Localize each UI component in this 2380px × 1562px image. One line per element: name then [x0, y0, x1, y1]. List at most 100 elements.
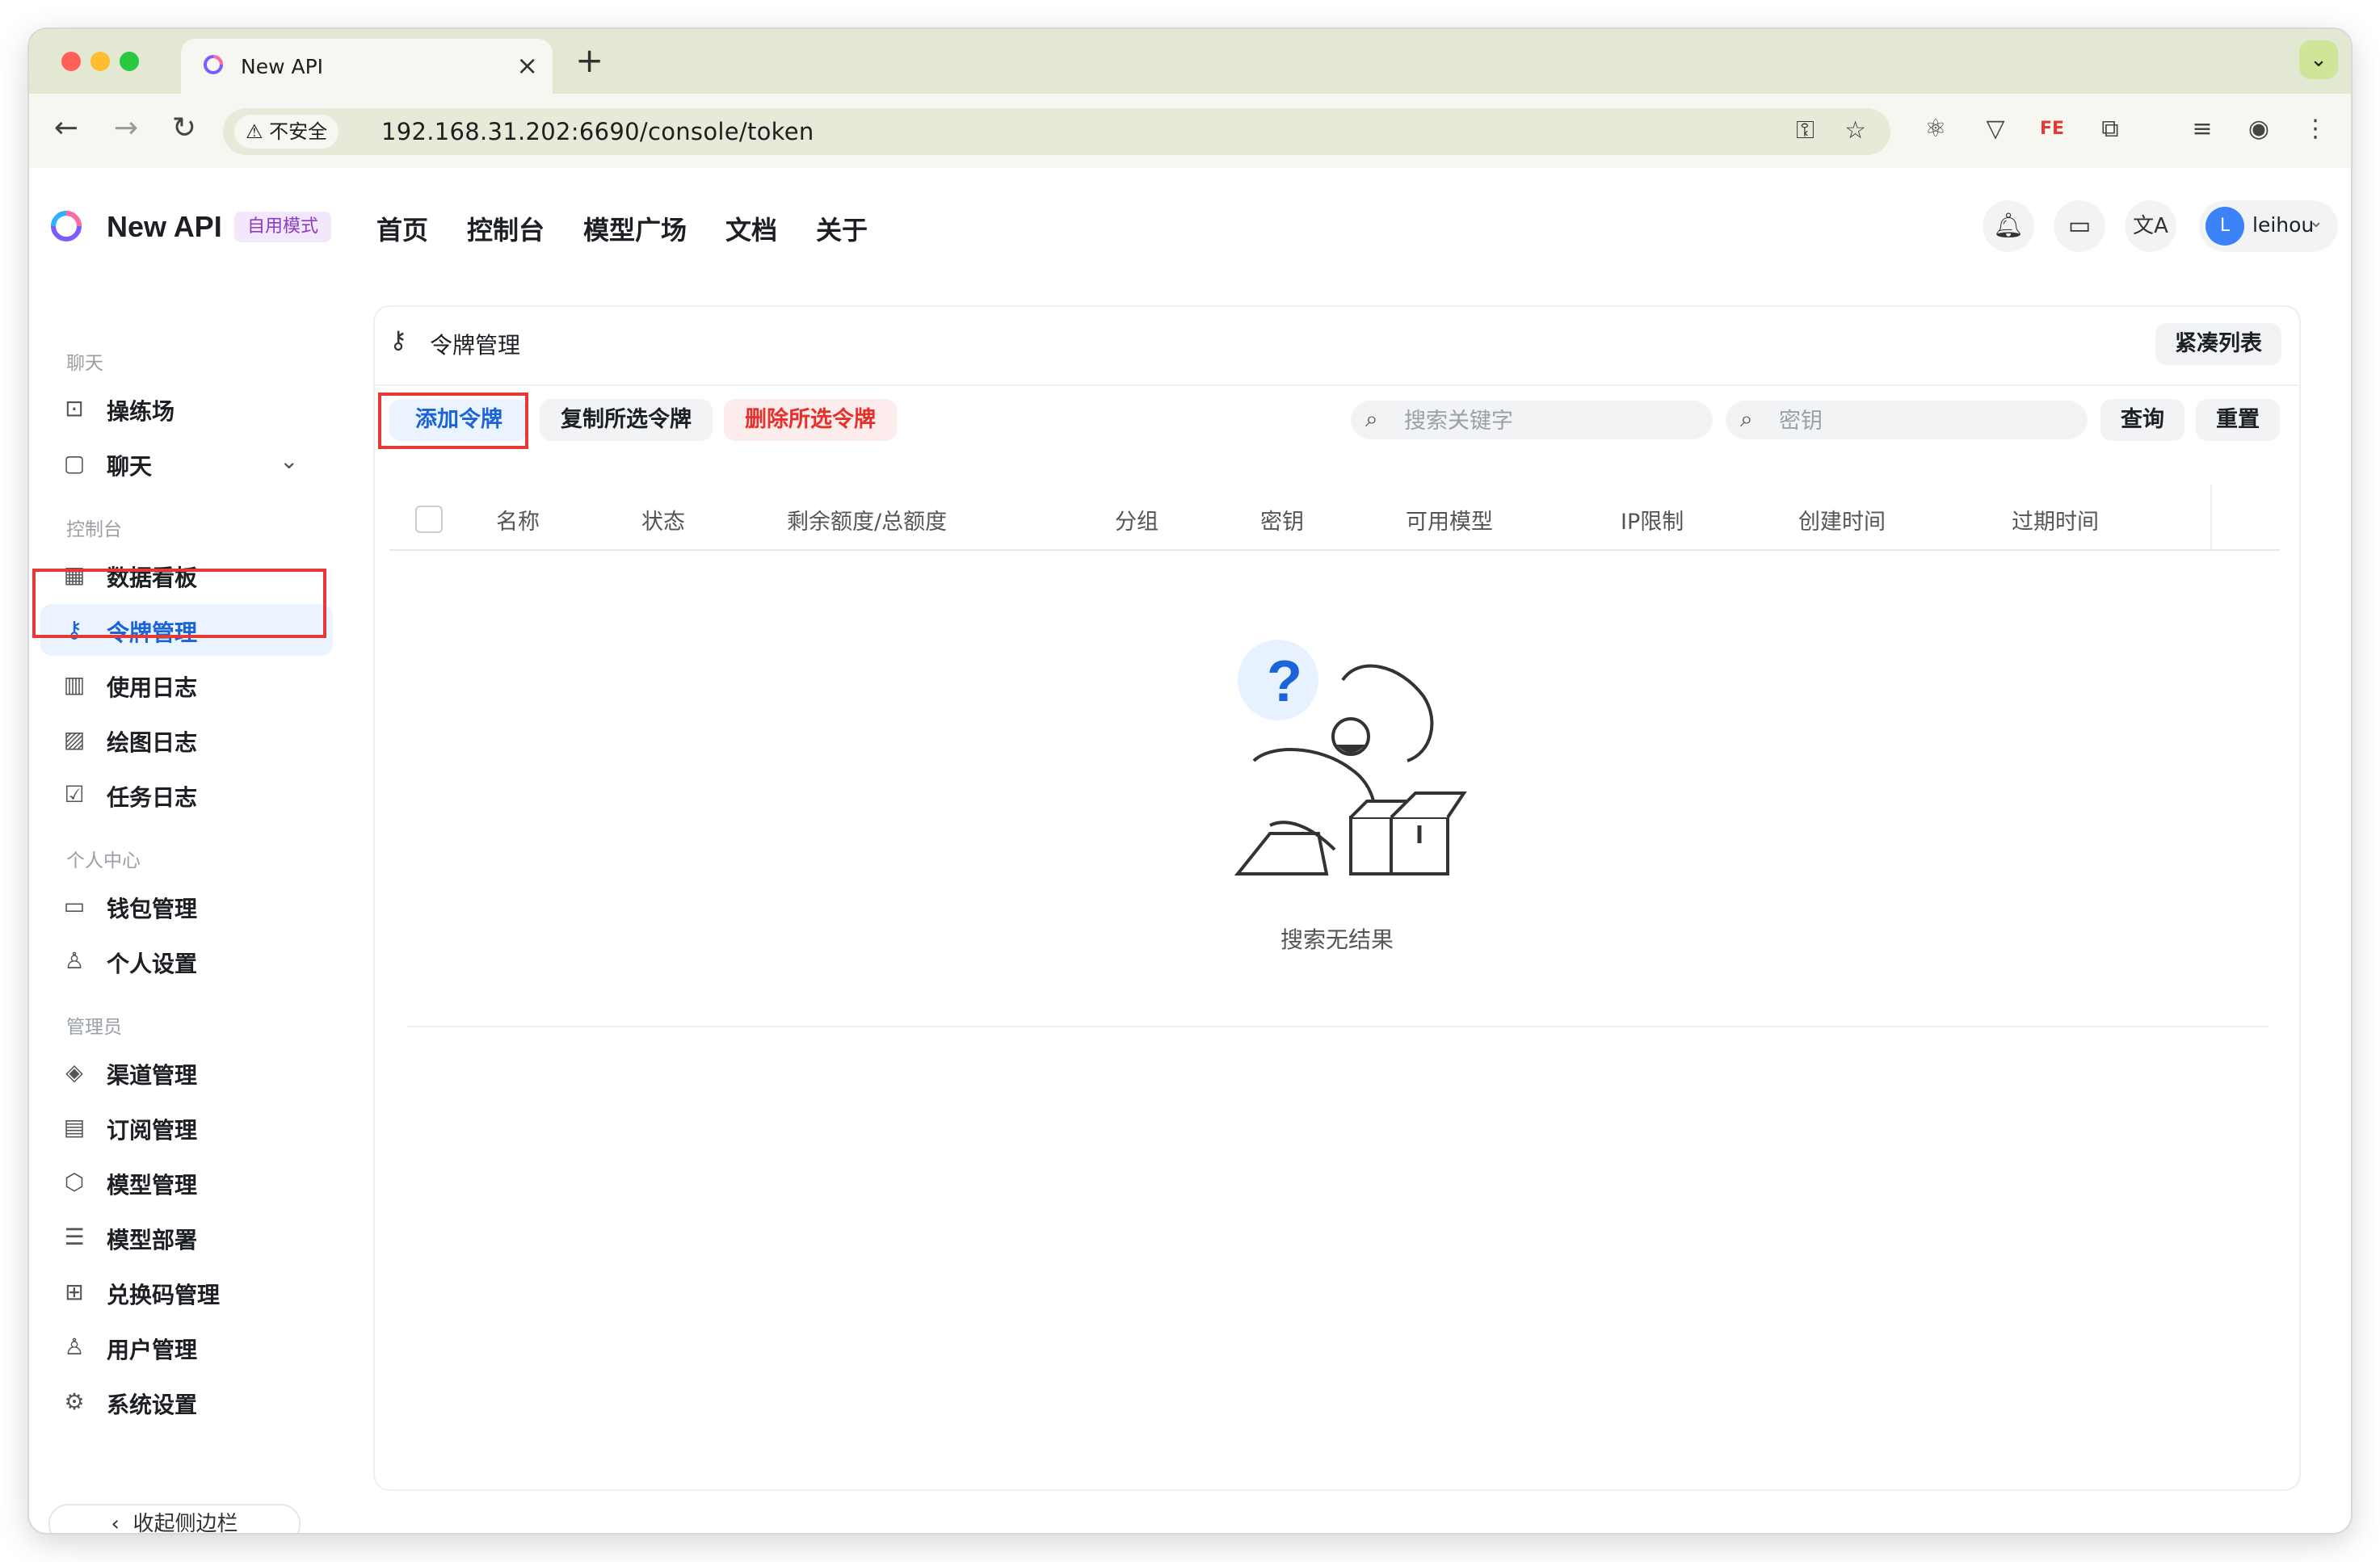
- delete-selected-tokens-button[interactable]: 删除所选令牌: [724, 399, 897, 441]
- sidebar-item-task-log[interactable]: ☑ 任务日志: [40, 769, 333, 821]
- sidebar-item-dashboard[interactable]: ▦ 数据看板: [40, 549, 333, 601]
- sidebar-item-label: 令牌管理: [107, 619, 198, 646]
- column-header-created[interactable]: 创建时间: [1798, 504, 1886, 535]
- browser-toolbar: ← → ↻ ⚠ 不安全 192.168.31.202:6690/console/…: [29, 94, 2351, 170]
- reading-list-icon[interactable]: ≡: [2186, 113, 2218, 145]
- sidebar-item-chat[interactable]: ▢ 聊天 ⌄: [40, 438, 333, 489]
- keyword-search-input[interactable]: [1402, 404, 1697, 438]
- page-title: 令牌管理: [430, 332, 521, 359]
- fe-extension-icon[interactable]: FE: [2036, 113, 2068, 145]
- add-token-button[interactable]: 添加令牌: [389, 399, 528, 441]
- close-window-button[interactable]: [61, 52, 81, 71]
- nav-home[interactable]: 首页: [376, 210, 428, 247]
- section-label-personal: 个人中心: [66, 850, 141, 871]
- key-search-input[interactable]: [1777, 404, 2071, 438]
- chevron-down-icon[interactable]: ⌄: [280, 447, 298, 474]
- new-api-logo-icon[interactable]: [48, 208, 84, 244]
- chevron-down-icon: ⌄: [2308, 212, 2323, 232]
- bar-chart-icon: ▥: [63, 671, 86, 698]
- query-button[interactable]: 查询: [2100, 399, 2184, 441]
- table-header: 名称 状态 剩余额度/总额度 分组 密钥 可用模型 IP限制 创建时间 过期时间: [389, 485, 2280, 551]
- forward-arrow-icon[interactable]: →: [107, 111, 145, 145]
- new-tab-button[interactable]: +: [575, 40, 603, 80]
- column-header-models[interactable]: 可用模型: [1406, 504, 1493, 535]
- more-menu-icon[interactable]: ⋮: [2299, 113, 2332, 145]
- sidebar-item-personal-settings[interactable]: ♙ 个人设置: [40, 935, 333, 987]
- sidebar-item-draw-log[interactable]: ▨ 绘图日志: [40, 714, 333, 766]
- copy-selected-tokens-button[interactable]: 复制所选令牌: [540, 399, 713, 441]
- sidebar-item-playground[interactable]: ⊡ 操练场: [40, 383, 333, 435]
- cube-icon: ⬡: [64, 1169, 85, 1195]
- url-text[interactable]: 192.168.31.202:6690/console/token: [381, 118, 814, 145]
- tab-search-chevron-icon[interactable]: ⌄: [2299, 40, 2338, 79]
- column-header-quota[interactable]: 剩余额度/总额度: [787, 504, 947, 535]
- insecure-label: 不安全: [269, 120, 328, 143]
- chat-bubble-icon: ▢: [63, 450, 86, 477]
- search-icon: ⌕: [1365, 405, 1378, 432]
- empty-state-text: 搜索无结果: [1280, 926, 1394, 953]
- profile-avatar-icon[interactable]: ◉: [2243, 113, 2275, 145]
- close-tab-icon[interactable]: ×: [516, 50, 538, 81]
- sidebar-item-deploy[interactable]: ☰ 模型部署: [40, 1211, 333, 1263]
- column-header-ip-limit[interactable]: IP限制: [1621, 504, 1684, 535]
- sidebar: 聊天 ⊡ 操练场 ▢ 聊天 ⌄ 控制台 ▦ 数据看板 ⚷ 令牌管理 ▥ 使用日志…: [29, 273, 352, 1533]
- terminal-icon: ⊡: [65, 395, 84, 422]
- display-monitor-icon[interactable]: ▭: [2054, 200, 2105, 252]
- react-devtools-icon[interactable]: ⚛: [1920, 113, 1952, 145]
- server-icon: ☰: [64, 1224, 85, 1250]
- maximize-window-button[interactable]: [120, 52, 139, 71]
- sidebar-item-usage-log[interactable]: ▥ 使用日志: [40, 659, 333, 711]
- address-bar[interactable]: ⚠ 不安全 192.168.31.202:6690/console/token …: [223, 108, 1890, 155]
- sidebar-item-label: 模型部署: [107, 1227, 198, 1253]
- back-arrow-icon[interactable]: ←: [47, 111, 86, 145]
- language-translate-icon[interactable]: 文A: [2125, 200, 2176, 252]
- notification-bell-icon[interactable]: 🔔︎: [1983, 200, 2034, 252]
- chevron-left-icon: ‹: [111, 1512, 120, 1533]
- wallet-card-icon: ▭: [63, 892, 86, 919]
- sidebar-item-label: 聊天: [107, 453, 153, 480]
- column-header-status[interactable]: 状态: [641, 504, 685, 535]
- sidebar-item-user[interactable]: ♙ 用户管理: [40, 1321, 333, 1373]
- bookmark-star-icon[interactable]: ☆: [1844, 116, 1866, 145]
- sidebar-item-label: 操练场: [107, 398, 175, 425]
- reload-icon[interactable]: ↻: [165, 111, 204, 145]
- column-header-group[interactable]: 分组: [1115, 504, 1158, 535]
- warning-icon: ⚠: [246, 120, 263, 143]
- select-all-checkbox[interactable]: [415, 506, 443, 533]
- sidebar-item-label: 绘图日志: [107, 729, 198, 756]
- nav-about[interactable]: 关于: [816, 210, 868, 247]
- browser-tab[interactable]: New API ×: [181, 39, 553, 94]
- sidebar-item-wallet[interactable]: ▭ 钱包管理: [40, 880, 333, 932]
- security-indicator[interactable]: ⚠ 不安全: [234, 115, 339, 149]
- password-key-icon[interactable]: ⚿: [1796, 116, 1814, 145]
- column-header-expires[interactable]: 过期时间: [2012, 504, 2099, 535]
- sidebar-item-model[interactable]: ⬡ 模型管理: [40, 1157, 333, 1208]
- sidebar-item-redeem[interactable]: ⊞ 兑换码管理: [40, 1266, 333, 1318]
- column-header-name[interactable]: 名称: [496, 504, 540, 535]
- key-icon: ⚷: [65, 616, 83, 643]
- user-menu[interactable]: L leihou ⌄: [2199, 200, 2338, 252]
- gift-icon: ⊞: [65, 1279, 84, 1305]
- nav-model-square[interactable]: 模型广场: [583, 210, 687, 247]
- sidebar-item-label: 个人设置: [107, 951, 198, 977]
- sidebar-item-channel[interactable]: ◈ 渠道管理: [40, 1047, 333, 1098]
- sidebar-item-system[interactable]: ⚙ 系统设置: [40, 1376, 333, 1428]
- sidebar-item-token[interactable]: ⚷ 令牌管理: [40, 604, 333, 656]
- table-bottom-divider: [407, 1026, 2269, 1027]
- nav-console[interactable]: 控制台: [467, 210, 545, 247]
- key-icon: ⚷: [389, 326, 407, 355]
- extensions-puzzle-icon[interactable]: ⧉: [2094, 113, 2126, 145]
- sidebar-item-label: 用户管理: [107, 1337, 198, 1363]
- column-header-key[interactable]: 密钥: [1260, 504, 1304, 535]
- sidebar-item-subscription[interactable]: ▤ 订阅管理: [40, 1102, 333, 1153]
- nav-docs[interactable]: 文档: [725, 210, 777, 247]
- collapse-sidebar-button[interactable]: ‹ 收起侧边栏: [48, 1504, 301, 1533]
- compact-list-button[interactable]: 紧凑列表: [2155, 323, 2281, 365]
- vue-devtools-icon[interactable]: ▽: [1979, 113, 2012, 145]
- sidebar-item-label: 渠道管理: [107, 1062, 198, 1089]
- column-divider: [2210, 485, 2212, 549]
- gear-icon: ⚙: [64, 1388, 85, 1415]
- reset-button[interactable]: 重置: [2196, 399, 2280, 441]
- brand-name[interactable]: New API: [107, 210, 222, 244]
- minimize-window-button[interactable]: [90, 52, 110, 71]
